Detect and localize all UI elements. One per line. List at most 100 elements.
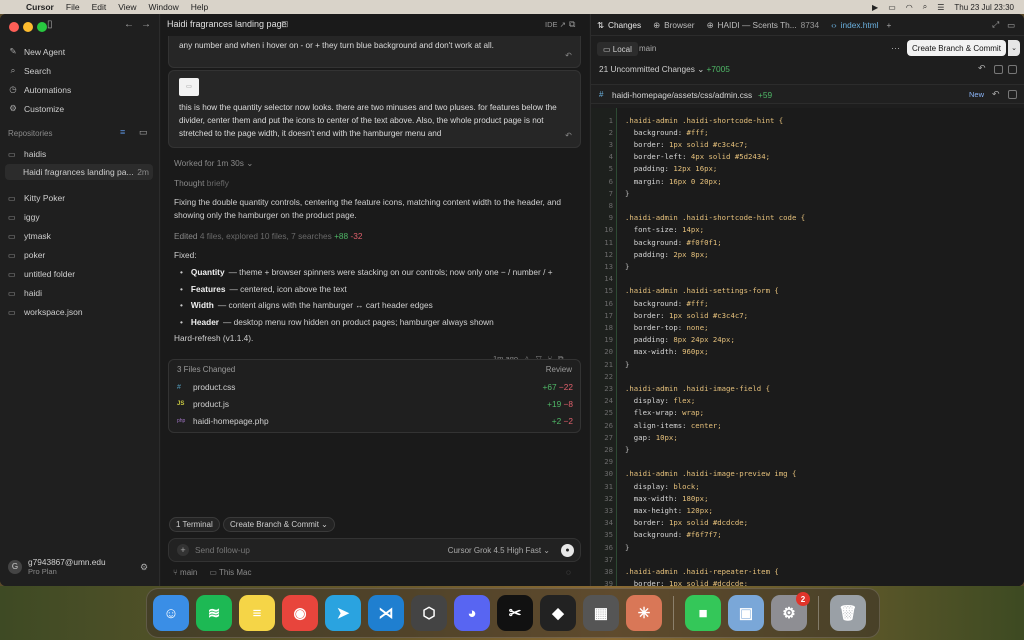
undo-icon[interactable]: ↶ <box>565 49 572 62</box>
stage-all-checkbox[interactable] <box>994 65 1003 74</box>
repo-ytmask[interactable]: ▭ ytmask <box>8 228 154 244</box>
tab-changes[interactable]: ⇅ Changes <box>591 14 647 36</box>
user-message[interactable]: ▭ this is how the quantity selector now … <box>168 70 581 148</box>
nav-automations[interactable]: ◷ Automations <box>8 84 71 95</box>
undo-icon[interactable]: ↶ <box>565 129 572 142</box>
control-center-icon[interactable]: ☰ <box>937 3 944 12</box>
changed-file-row[interactable]: # product.css +67 −22 <box>177 382 573 392</box>
discord-icon[interactable]: ◕ <box>454 595 490 631</box>
settings-gear-icon[interactable]: ⚙ <box>140 562 148 573</box>
microphone-icon[interactable]: ● <box>561 543 574 557</box>
back-icon[interactable]: ← <box>124 19 134 30</box>
local-toggle[interactable]: ▭ Local <box>597 42 638 56</box>
repo-thread-haidi-fragrances[interactable]: Haidi fragrances landing pa... 2m <box>5 164 153 180</box>
clock[interactable]: Thu 23 Jul 23:30 <box>954 3 1014 12</box>
menu-file[interactable]: File <box>66 2 80 12</box>
trash-icon[interactable]: 🗑 <box>830 595 866 631</box>
message-text: any number and when i hover on - or + th… <box>179 41 494 50</box>
code-line: 7} <box>591 187 1024 199</box>
user-message-previous[interactable]: any number and when i hover on - or + th… <box>168 36 581 68</box>
vscode-icon[interactable]: ⋊ <box>368 595 404 631</box>
edit-stats[interactable]: Edited 4 files, explored 10 files, 7 sea… <box>174 230 362 243</box>
menu-edit[interactable]: Edit <box>92 2 107 12</box>
line-number: 3 <box>608 139 613 149</box>
worked-duration[interactable]: Worked for 1m 30s ⌄ <box>174 157 253 170</box>
repo-haidi[interactable]: ▭ haidi <box>8 285 154 301</box>
new-folder-icon[interactable]: ▭ <box>139 127 148 138</box>
commit-dropdown-icon[interactable]: ⌄ <box>1008 40 1020 56</box>
line-number: 39 <box>604 579 613 586</box>
battery-icon[interactable]: ▭ <box>888 3 896 12</box>
archive-icon[interactable]: ⊟ <box>281 19 289 30</box>
menu-view[interactable]: View <box>118 2 136 12</box>
minimize-window-button[interactable] <box>23 22 33 32</box>
model-selector[interactable]: Cursor Grok 4.5 High Fast ⌄ <box>448 546 550 555</box>
layout-icon[interactable]: ▭ <box>1007 20 1015 30</box>
telegram-icon[interactable]: ➤ <box>325 595 361 631</box>
capcut-icon[interactable]: ✂ <box>497 595 533 631</box>
blender-icon[interactable]: ⬡ <box>411 595 447 631</box>
uncommitted-summary[interactable]: 21 Uncommitted Changes ⌄ +7005 <box>599 64 730 74</box>
nav-new-agent[interactable]: ✎ New Agent <box>8 46 65 57</box>
discard-all-icon[interactable]: ↶ <box>978 63 986 74</box>
close-window-button[interactable] <box>9 22 19 32</box>
stage-file-checkbox[interactable] <box>1008 90 1017 99</box>
facetime-icon[interactable]: ■ <box>685 595 721 631</box>
discard-file-icon[interactable]: ↶ <box>992 89 1000 100</box>
changed-file-row[interactable]: php haidi-homepage.php +2 −2 <box>177 416 573 426</box>
settings-icon[interactable]: ⚙ 2 <box>771 592 810 631</box>
add-context-icon[interactable]: + <box>177 544 189 556</box>
repo-haidis[interactable]: ▭ haidis <box>8 146 154 162</box>
branch-label[interactable]: main <box>639 44 656 53</box>
terminal-pill[interactable]: 1 Terminal <box>169 517 220 532</box>
claude-icon[interactable]: ✳ <box>626 595 662 631</box>
image-attachment-thumbnail[interactable]: ▭ <box>179 78 199 96</box>
follow-up-input[interactable]: + Send follow-up Cursor Grok 4.5 High Fa… <box>168 538 581 562</box>
create-branch-pill[interactable]: Create Branch & Commit ⌄ <box>223 517 335 532</box>
thought-status[interactable]: Thought briefly <box>174 177 229 190</box>
notes-icon[interactable]: ≡ <box>239 595 275 631</box>
search-icon[interactable]: ⌕ <box>923 2 927 12</box>
repo-untitled-folder[interactable]: ▭ untitled folder <box>8 266 154 282</box>
tab-port: 8734 <box>800 19 820 30</box>
menu-window[interactable]: Window <box>149 2 179 12</box>
location-indicator[interactable]: ▭ This Mac <box>209 568 251 577</box>
review-button[interactable]: Review <box>546 365 572 374</box>
copy-icon[interactable]: ⧉ <box>569 19 575 30</box>
tab-browser[interactable]: ⊕ Browser <box>647 14 700 36</box>
wifi-icon[interactable]: ◠ <box>906 3 913 12</box>
expand-icon[interactable]: ⤢ <box>992 19 999 30</box>
repo-poker[interactable]: ▭ poker <box>8 247 154 263</box>
media-icon[interactable]: ▶ <box>872 3 878 12</box>
preview-icon[interactable]: ▣ <box>728 595 764 631</box>
select-checkbox[interactable] <box>1008 65 1017 74</box>
nav-customize[interactable]: ⚙ Customize <box>8 103 64 114</box>
user-account[interactable]: G g7943867@umn.edu Pro Plan <box>8 557 106 576</box>
repo-kitty-poker[interactable]: ▭ Kitty Poker <box>8 190 154 206</box>
menu-help[interactable]: Help <box>191 2 208 12</box>
create-branch-commit-button[interactable]: Create Branch & Commit <box>907 40 1006 56</box>
nav-search[interactable]: ⌕ Search <box>8 65 51 76</box>
repo-iggy[interactable]: ▭ iggy <box>8 209 154 225</box>
cursor-icon[interactable]: ◆ <box>540 595 576 631</box>
menu-app-name[interactable]: Cursor <box>26 2 54 12</box>
file-diff-header[interactable]: # haidi-homepage/assets/css/admin.css +5… <box>591 84 1024 104</box>
finder-icon[interactable]: ☺ <box>153 595 189 631</box>
toggle-sidebar-icon[interactable]: ▯ <box>47 19 53 30</box>
filter-icon[interactable]: ≡ <box>120 127 125 137</box>
forward-icon[interactable]: → <box>141 19 151 30</box>
calculator-icon[interactable]: ▦ <box>583 595 619 631</box>
changed-file-row[interactable]: JS product.js +19 −8 <box>177 399 573 409</box>
zoom-window-button[interactable] <box>37 22 47 32</box>
spotify-icon[interactable]: ≋ <box>196 595 232 631</box>
repo-workspace-json[interactable]: ▭ workspace.json <box>8 304 154 320</box>
tab-index-html[interactable]: ‹› index.html <box>825 14 884 36</box>
chrome-icon[interactable]: ◉ <box>282 595 318 631</box>
ide-button[interactable]: IDE ↗ <box>545 20 566 29</box>
branch-indicator[interactable]: ⑂ main <box>173 568 197 577</box>
code-diff-view[interactable]: 1 .haidi-admin .haidi-shortcode-hint {2 b… <box>591 108 1024 586</box>
more-options-icon[interactable]: ⋯ <box>891 43 900 54</box>
tab-haidi-preview[interactable]: ⊕ HAIDI — Scents Th... 8734 <box>701 14 826 36</box>
new-tab-icon[interactable]: + <box>887 20 892 30</box>
input-placeholder[interactable]: Send follow-up <box>195 545 250 555</box>
